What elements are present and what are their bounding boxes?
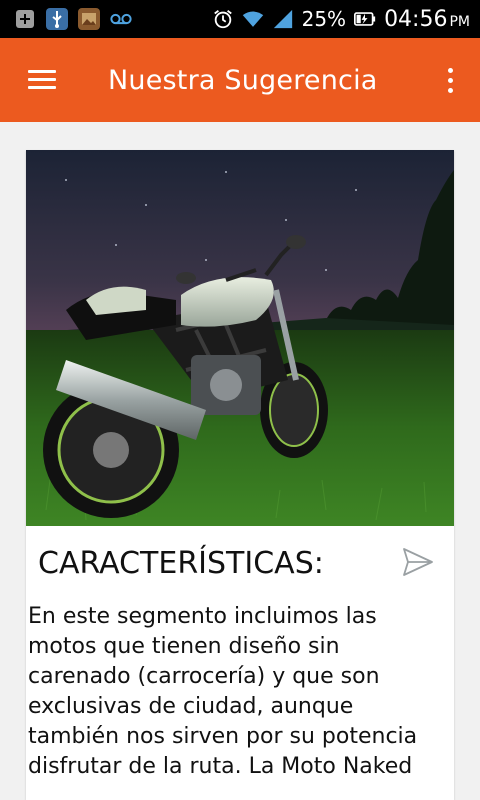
battery-percent: 25% [301,7,347,31]
status-bar: 25% 04:56 PM [0,0,480,38]
add-box-icon [14,8,36,30]
motorcycle-photo [26,150,454,526]
voicemail-icon [110,8,132,30]
card-header: CARACTERÍSTICAS: [26,526,454,602]
hamburger-icon [28,70,56,90]
usb-icon [46,8,68,30]
card-description: En este segmento incluimos las motos que… [28,604,418,779]
more-vert-icon [447,67,453,93]
suggestion-card: CARACTERÍSTICAS: En este segmento inclui… [26,150,454,800]
battery-charging-icon [354,8,376,30]
app-title: Nuestra Sugerencia [108,64,378,96]
alarm-icon [212,8,234,30]
menu-button[interactable] [0,38,84,122]
gallery-icon [78,8,100,30]
share-button[interactable] [400,544,436,580]
content-area[interactable]: CARACTERÍSTICAS: En este segmento inclui… [0,122,480,800]
send-icon [403,548,433,576]
app-bar: Nuestra Sugerencia [0,38,480,122]
wifi-icon [242,8,264,30]
signal-icon [272,8,294,30]
clock: 04:56 PM [384,6,470,32]
overflow-menu-button[interactable] [420,38,480,122]
card-title: CARACTERÍSTICAS: [38,546,324,581]
